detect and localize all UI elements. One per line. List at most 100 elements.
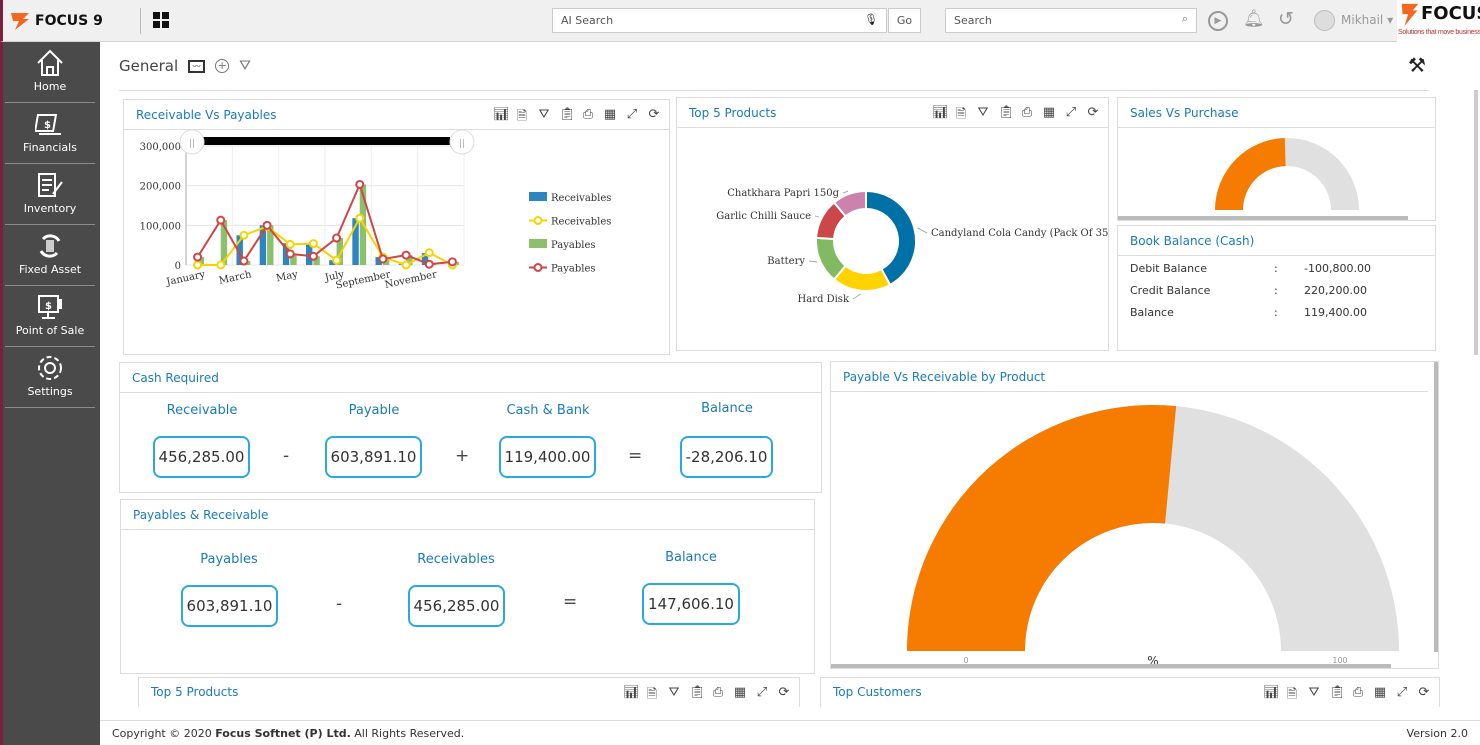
chart-type-icon[interactable]: 📊︎: [932, 105, 949, 127]
focus9-logo[interactable]: FOCUS 9: [9, 10, 103, 32]
document-icon[interactable]: 🗎: [954, 105, 968, 127]
horizontal-scrollbar[interactable]: [1118, 216, 1408, 220]
search-input[interactable]: Search ⌕: [945, 8, 1197, 33]
microphone-icon[interactable]: 🎙: [864, 13, 878, 26]
horizontal-scrollbar[interactable]: [831, 664, 1391, 668]
go-button[interactable]: Go: [888, 8, 921, 33]
sidebar-item-label: Point of Sale: [15, 324, 85, 337]
clipboard-icon[interactable]: 📋︎: [998, 105, 1015, 127]
print-icon[interactable]: ⎙: [581, 107, 595, 129]
sidebar-item-point-of-sale[interactable]: $ Point of Sale: [5, 286, 95, 347]
legend-label: Payables: [551, 240, 596, 251]
payables-line-point: [332, 233, 342, 243]
expand-icon[interactable]: ⤢: [1395, 685, 1409, 707]
calendar-icon[interactable]: ▦: [603, 107, 617, 129]
ai-search-input[interactable]: AI Search 🎙: [552, 8, 887, 33]
legend-label: Payables: [551, 264, 596, 275]
handle-grip: ||: [459, 139, 465, 149]
sidebar-item-inventory[interactable]: Inventory: [5, 164, 95, 225]
svg-text:$: $: [45, 301, 52, 312]
refresh-icon[interactable]: ⟳: [777, 685, 791, 707]
chart-type-icon[interactable]: 📊︎: [493, 107, 510, 129]
print-icon[interactable]: ⎙: [711, 685, 725, 707]
sidebar-item-fixed-asset[interactable]: Fixed Asset: [5, 225, 95, 286]
document-icon[interactable]: 🗎: [515, 107, 529, 129]
balance-value: 147,606.10: [642, 583, 740, 625]
filter-icon[interactable]: ⛛: [537, 107, 551, 129]
balance-value: -28,206.10: [680, 436, 773, 478]
book-balance-panel: Book Balance (Cash) Debit Balance: -100,8…: [1117, 225, 1436, 351]
fixed-asset-icon: [39, 234, 61, 258]
legend-marker: [533, 263, 543, 272]
inventory-icon: [38, 173, 63, 197]
vertical-scrollbar[interactable]: [1434, 362, 1438, 652]
expand-icon[interactable]: ⤢: [755, 685, 769, 707]
refresh-icon[interactable]: ⟳: [1086, 105, 1100, 127]
history-icon[interactable]: ↺: [1278, 8, 1294, 30]
expand-icon[interactable]: ⤢: [625, 107, 639, 129]
document-icon[interactable]: 🗎: [645, 685, 659, 707]
refresh-icon[interactable]: ⟳: [1417, 685, 1431, 707]
play-icon[interactable]: ▶: [1208, 11, 1228, 31]
slice-label: Garlic Chilli Sauce: [716, 211, 811, 222]
payable-label: Payable: [348, 403, 400, 418]
sidebar-item-financials[interactable]: $ Financials: [5, 103, 95, 164]
refresh-icon[interactable]: ⟳: [647, 107, 661, 129]
slice-label: Hard Disk: [798, 294, 850, 305]
bell-icon[interactable]: 🔔︎: [1243, 9, 1265, 29]
panel-title: Book Balance (Cash): [1130, 234, 1255, 248]
gauge-min-label: 0: [963, 656, 968, 664]
top-bar: FOCUS 9 AI Search 🎙 Go Search ⌕ ▶ 🔔︎ ↺ Mik…: [0, 0, 1480, 42]
balance-label: Balance: [701, 401, 753, 416]
chart-type-icon[interactable]: 📊︎: [1263, 685, 1280, 707]
sidebar-item-settings[interactable]: Settings: [5, 347, 95, 408]
gauge-unit-label: %: [1147, 654, 1158, 664]
clipboard-icon[interactable]: 📋︎: [689, 685, 706, 707]
slice-label-connector: [842, 190, 849, 194]
search-icon[interactable]: ⌕: [1182, 12, 1188, 26]
receivables-label: Receivables: [417, 552, 495, 567]
credit-balance-row: Credit Balance:220,200.00: [1130, 284, 1367, 297]
filter-icon[interactable]: ⛛: [239, 58, 251, 74]
expand-icon[interactable]: ⤢: [1064, 105, 1078, 127]
payables-line-point: [401, 250, 411, 260]
user-menu[interactable]: Mikhail ▾: [1341, 13, 1393, 27]
payable-vs-receivable-by-product-panel: Payable Vs Receivable by Product 0 100%: [830, 361, 1439, 669]
sidebar-item-label: Fixed Asset: [18, 263, 82, 276]
add-icon[interactable]: +: [215, 59, 230, 73]
payables-line-point: [378, 254, 388, 264]
slice-label-connector: [814, 215, 819, 218]
apps-grid-icon[interactable]: [153, 12, 169, 28]
tools-icon[interactable]: ⚒: [1408, 53, 1426, 77]
document-icon[interactable]: 🗎: [1285, 685, 1299, 707]
equals-operator: =: [563, 592, 578, 612]
chart-view-icon[interactable]: 〰: [188, 59, 206, 73]
chart-type-icon[interactable]: 📊︎: [623, 685, 640, 707]
cash-required-panel: Cash Required Receivable Payable Cash & …: [119, 362, 822, 493]
slice-label: Battery: [767, 256, 805, 267]
debit-balance-row: Debit Balance: -100,800.00: [1130, 262, 1371, 275]
filter-icon[interactable]: ⛛: [667, 685, 681, 707]
sidebar-item-label: Financials: [23, 141, 77, 154]
cash-bank-label: Cash & Bank: [506, 403, 590, 418]
avatar[interactable]: [1314, 10, 1335, 31]
clipboard-icon[interactable]: 📋︎: [559, 107, 576, 129]
receivables-line-point: [239, 230, 249, 240]
payables-line-point: [285, 249, 295, 259]
print-icon[interactable]: ⎙: [1351, 685, 1365, 707]
print-icon[interactable]: ⎙: [1020, 105, 1034, 127]
filter-icon[interactable]: ⛛: [1307, 685, 1321, 707]
balance-label: Balance: [665, 550, 717, 565]
slice-label-connector: [808, 260, 818, 263]
calendar-icon[interactable]: ▦: [1042, 105, 1056, 127]
x-tick-label: March: [218, 269, 253, 287]
page-scrollbar[interactable]: [1474, 90, 1478, 355]
calendar-icon[interactable]: ▦: [733, 685, 747, 707]
calendar-icon[interactable]: ▦: [1373, 685, 1387, 707]
svg-text:$: $: [44, 120, 51, 131]
sidebar-item-home[interactable]: Home: [5, 42, 95, 103]
y-tick-label: 100,000: [140, 221, 181, 232]
filter-icon[interactable]: ⛛: [976, 105, 990, 127]
clipboard-icon[interactable]: 📋︎: [1329, 685, 1346, 707]
minus-operator: -: [336, 594, 343, 614]
